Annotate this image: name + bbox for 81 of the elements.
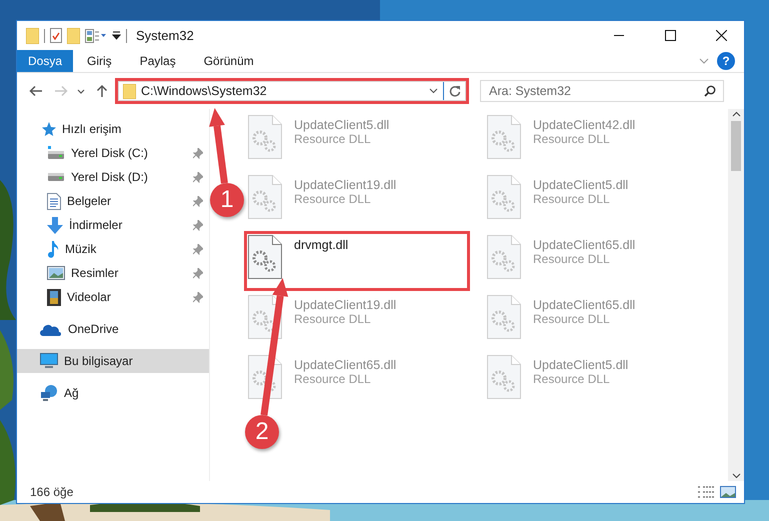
gear-file-icon [487, 115, 521, 159]
sidebar-item[interactable]: Müzik [17, 237, 209, 261]
customize-toolbar-icon[interactable] [112, 30, 121, 40]
pictures-icon [47, 266, 65, 280]
refresh-icon [448, 85, 460, 97]
cloud-icon [40, 322, 62, 336]
search-icon[interactable] [704, 85, 716, 97]
sidebar-item[interactable]: İndirmeler [17, 213, 209, 237]
file-type: Resource DLL [533, 312, 611, 326]
film-icon [47, 288, 61, 306]
ribbon-tab[interactable]: Paylaş [126, 50, 190, 72]
caret-icon [77, 88, 85, 94]
address-path: C:\Windows\System32 [141, 84, 268, 98]
gear-file-icon [487, 355, 521, 399]
file-type: Resource DLL [533, 132, 611, 146]
large-icons-view-icon[interactable] [720, 486, 736, 498]
ribbon-tab[interactable]: Dosya [17, 50, 74, 72]
back-arrow-icon [28, 85, 42, 97]
expand-ribbon-icon[interactable] [699, 58, 709, 64]
sidebar-item[interactable]: Yerel Disk (C:) [17, 141, 209, 165]
drive-icon [47, 172, 65, 182]
file-name: UpdateClient19.dll [294, 178, 396, 192]
sidebar-item[interactable]: OneDrive [17, 317, 209, 341]
up-arrow-icon [96, 84, 108, 98]
file-type: Resource DLL [533, 252, 611, 266]
file-type: Resource DLL [294, 192, 372, 206]
scroll-down-icon[interactable] [732, 473, 740, 479]
file-name: drvmgt.dll [294, 238, 348, 252]
document-icon [47, 192, 61, 210]
details-view-icon[interactable] [698, 486, 714, 498]
file-name: UpdateClient19.dll [294, 298, 396, 312]
file-type: Resource DLL [294, 132, 372, 146]
file-name: UpdateClient42.dll [533, 118, 636, 132]
sidebar-item[interactable]: Bu bilgisayar [17, 349, 209, 373]
gear-file-icon [487, 175, 521, 219]
file-type: Resource DLL [294, 312, 372, 326]
properties-icon[interactable] [50, 28, 62, 43]
gear-file-icon [248, 235, 282, 279]
sidebar-item[interactable]: Yerel Disk (D:) [17, 165, 209, 189]
sidebar-item[interactable]: Belgeler [17, 189, 209, 213]
scrollbar[interactable] [728, 109, 744, 481]
ribbon-tab[interactable]: Giriş [73, 50, 126, 72]
file-item[interactable]: drvmgt.dll [246, 233, 468, 289]
file-type: Resource DLL [294, 372, 372, 386]
gear-file-icon [248, 115, 282, 159]
dropdown-caret-icon[interactable] [429, 88, 438, 94]
maximize-icon [664, 30, 676, 41]
file-name: UpdateClient65.dll [294, 358, 396, 372]
address-bar[interactable]: C:\Windows\System32 [118, 81, 466, 101]
sidebar-item[interactable]: Videolar [17, 285, 209, 309]
close-icon [716, 30, 726, 41]
file-type: Resource DLL [533, 192, 611, 206]
folder-icon [123, 84, 136, 98]
item-count: 166 öğe [30, 485, 74, 499]
search-field[interactable]: Ara: System32 [480, 80, 724, 102]
network-icon [40, 385, 58, 401]
file-name: UpdateClient5.dll [294, 118, 390, 132]
file-name: UpdateClient65.dll [533, 238, 636, 252]
gear-file-icon [248, 175, 282, 219]
file-name: UpdateClient5.dll [533, 358, 628, 372]
minimize-icon [614, 35, 624, 36]
forward-arrow-icon [54, 85, 68, 97]
scrollbar-thumb[interactable] [731, 121, 741, 171]
view-options-icon[interactable] [85, 28, 107, 42]
star-icon [40, 121, 56, 137]
file-name: UpdateClient5.dll [533, 178, 628, 192]
gear-file-icon [487, 295, 521, 339]
drive-icon [47, 146, 65, 160]
scroll-up-icon[interactable] [732, 111, 740, 117]
window-title: System32 [136, 28, 194, 43]
sidebar-item[interactable]: Resimler [17, 261, 209, 285]
sidebar-item[interactable]: Hızlı erişim [17, 117, 209, 141]
music-note-icon [47, 240, 59, 258]
download-arrow-icon [47, 216, 63, 234]
gear-file-icon [487, 235, 521, 279]
monitor-icon [40, 353, 58, 369]
file-name: UpdateClient65.dll [533, 298, 636, 312]
help-button[interactable]: ? [717, 52, 735, 70]
sidebar-item[interactable]: Ağ [17, 381, 209, 405]
file-type: Resource DLL [533, 372, 611, 386]
ribbon-tab[interactable]: Görünüm [190, 50, 268, 72]
